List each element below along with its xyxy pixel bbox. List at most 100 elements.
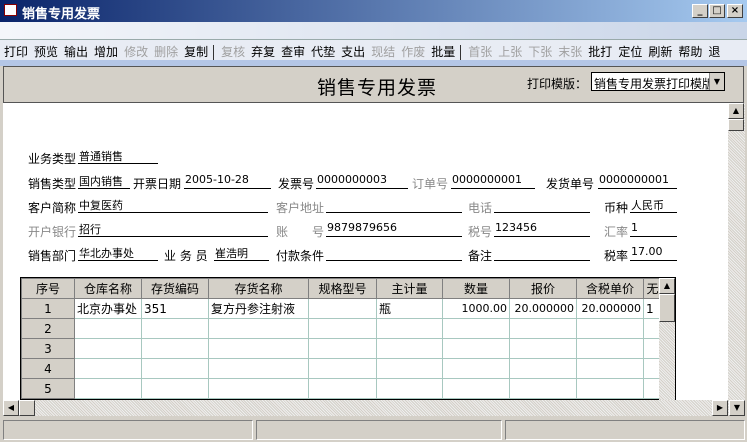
- table-cell[interactable]: [576, 338, 644, 359]
- table-cell[interactable]: [509, 378, 577, 399]
- address-field[interactable]: [326, 197, 462, 213]
- toolbar-button[interactable]: 打印: [0, 40, 30, 60]
- table-cell[interactable]: [74, 358, 142, 379]
- table-cell[interactable]: 复方丹参注射液: [208, 298, 309, 319]
- table-cell[interactable]: [576, 358, 644, 379]
- toolbar-button[interactable]: 复制: [180, 40, 210, 60]
- table-cell[interactable]: 20.000000: [509, 298, 577, 319]
- table-cell[interactable]: [208, 338, 309, 359]
- column-header[interactable]: 含税单价: [576, 278, 644, 299]
- toolbar-button[interactable]: 修改: [120, 40, 150, 60]
- delivery-no-field[interactable]: 0000000001: [598, 173, 677, 189]
- account-field[interactable]: 9879879656: [326, 221, 462, 237]
- column-header[interactable]: 报价: [509, 278, 577, 299]
- form-vertical-scrollbar[interactable]: ▲: [728, 103, 745, 400]
- table-cell[interactable]: 瓶: [376, 298, 443, 319]
- column-header[interactable]: 序号: [21, 278, 75, 299]
- toolbar-button[interactable]: 复核: [217, 40, 247, 60]
- table-cell[interactable]: [74, 318, 142, 339]
- toolbar-button[interactable]: 定位: [614, 40, 644, 60]
- remark-field[interactable]: [494, 245, 590, 261]
- scroll-down-icon[interactable]: ▼: [729, 400, 745, 416]
- scroll-thumb[interactable]: [19, 400, 35, 416]
- toolbar-button[interactable]: 批打: [584, 40, 614, 60]
- dept-field[interactable]: 华北办事处: [78, 245, 158, 261]
- currency-field[interactable]: 人民币: [630, 197, 677, 213]
- table-cell[interactable]: [576, 378, 644, 399]
- scroll-thumb[interactable]: [659, 294, 675, 322]
- table-cell[interactable]: [576, 318, 644, 339]
- salesman-field[interactable]: 崔浩明: [214, 245, 269, 261]
- toolbar-button[interactable]: 帮助: [674, 40, 704, 60]
- table-row[interactable]: 2: [21, 318, 662, 339]
- table-cell[interactable]: [509, 338, 577, 359]
- bank-field[interactable]: 招行: [78, 221, 268, 237]
- table-cell[interactable]: [509, 318, 577, 339]
- table-cell[interactable]: [308, 378, 377, 399]
- payment-terms-field[interactable]: [326, 245, 462, 261]
- table-row[interactable]: 3: [21, 338, 662, 359]
- table-cell[interactable]: [376, 358, 443, 379]
- table-cell[interactable]: 351: [141, 298, 209, 319]
- toolbar-button[interactable]: 预览: [30, 40, 60, 60]
- scroll-up-icon[interactable]: ▲: [659, 278, 675, 294]
- table-cell[interactable]: [308, 318, 377, 339]
- maximize-button[interactable]: □: [709, 4, 725, 18]
- table-cell[interactable]: [308, 358, 377, 379]
- toolbar-button[interactable]: 刷新: [644, 40, 674, 60]
- tax-rate-field[interactable]: 17.00: [630, 245, 677, 261]
- toolbar-button[interactable]: 退: [704, 40, 722, 60]
- toolbar-button[interactable]: 代垫: [307, 40, 337, 60]
- sale-type-field[interactable]: 国内销售: [78, 173, 130, 189]
- toolbar-button[interactable]: 删除: [150, 40, 180, 60]
- toolbar-button[interactable]: 末张: [554, 40, 584, 60]
- print-template-select[interactable]: 销售专用发票打印模版 ▼: [591, 72, 725, 91]
- customer-field[interactable]: 中复医药: [78, 197, 268, 213]
- exchange-rate-field[interactable]: 1: [630, 221, 677, 237]
- column-header[interactable]: 主计量: [376, 278, 443, 299]
- table-cell[interactable]: [376, 378, 443, 399]
- table-row[interactable]: 4: [21, 358, 662, 379]
- table-cell[interactable]: [442, 338, 510, 359]
- table-cell[interactable]: 20.000000: [576, 298, 644, 319]
- table-row[interactable]: 1 北京办事处 351 复方丹参注射液瓶 1000.00 20.000000 20.0000…: [21, 298, 662, 319]
- scroll-left-icon[interactable]: ◀: [3, 400, 19, 416]
- table-cell[interactable]: [208, 318, 309, 339]
- table-cell[interactable]: [308, 298, 377, 319]
- table-cell[interactable]: [509, 358, 577, 379]
- scroll-up-icon[interactable]: ▲: [728, 103, 744, 119]
- toolbar-button[interactable]: 下张: [524, 40, 554, 60]
- table-cell[interactable]: [442, 378, 510, 399]
- table-cell[interactable]: [74, 338, 142, 359]
- toolbar-button[interactable]: 查审: [277, 40, 307, 60]
- invoice-date-field[interactable]: 2005-10-28: [184, 173, 271, 189]
- column-header[interactable]: 存货名称: [208, 278, 309, 299]
- toolbar-button[interactable]: 弃复: [247, 40, 277, 60]
- scroll-thumb[interactable]: [728, 119, 744, 131]
- table-cell[interactable]: [208, 358, 309, 379]
- table-cell[interactable]: [208, 378, 309, 399]
- table-cell[interactable]: 北京办事处: [74, 298, 142, 319]
- column-header[interactable]: 仓库名称: [74, 278, 142, 299]
- grid-vertical-scrollbar[interactable]: ▲: [659, 278, 675, 400]
- table-cell[interactable]: [74, 378, 142, 399]
- table-cell[interactable]: 1000.00: [442, 298, 510, 319]
- toolbar-button[interactable]: 输出: [60, 40, 90, 60]
- toolbar-button[interactable]: 首张: [464, 40, 494, 60]
- toolbar-button[interactable]: 增加: [90, 40, 120, 60]
- table-cell[interactable]: [141, 358, 209, 379]
- chevron-down-icon[interactable]: ▼: [709, 73, 724, 90]
- toolbar-button[interactable]: 批量: [427, 40, 457, 60]
- toolbar-button[interactable]: 作废: [397, 40, 427, 60]
- horizontal-scrollbar[interactable]: ◀ ▶ ▼: [3, 400, 745, 416]
- table-cell[interactable]: [376, 318, 443, 339]
- column-header[interactable]: 存货编码: [141, 278, 209, 299]
- tax-id-field[interactable]: 123456: [494, 221, 590, 237]
- table-cell[interactable]: [141, 318, 209, 339]
- column-header[interactable]: 数量: [442, 278, 510, 299]
- table-cell[interactable]: [376, 338, 443, 359]
- toolbar-button[interactable]: 上张: [494, 40, 524, 60]
- order-no-field[interactable]: 0000000001: [451, 173, 535, 189]
- toolbar-button[interactable]: 支出: [337, 40, 367, 60]
- table-cell[interactable]: [141, 338, 209, 359]
